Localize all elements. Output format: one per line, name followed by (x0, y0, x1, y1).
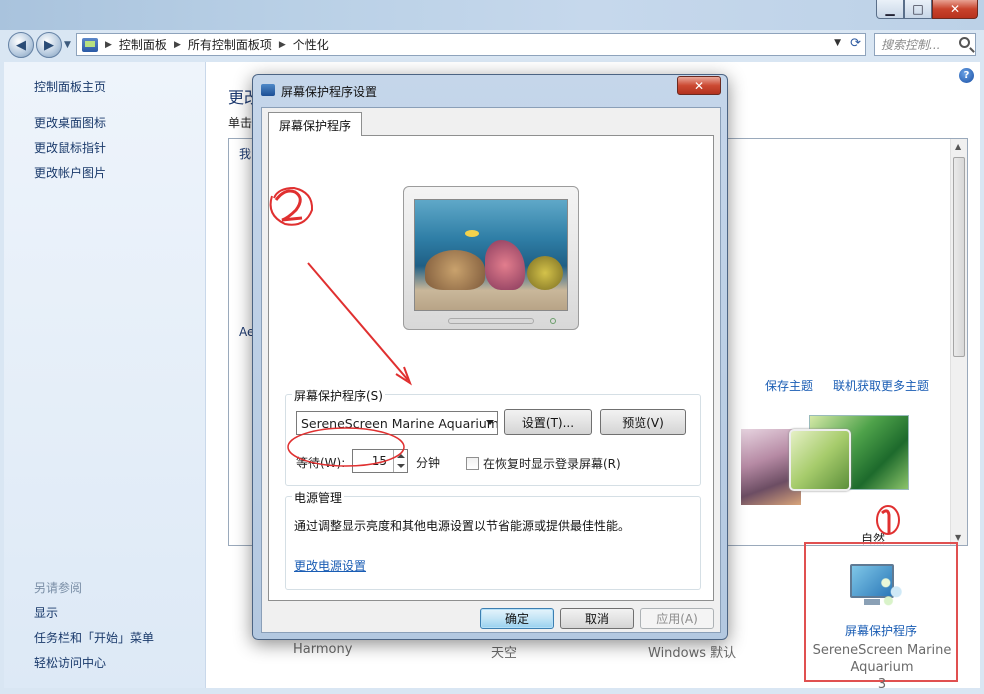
dropdown-arrow-icon[interactable] (486, 420, 494, 425)
stepper-up-icon[interactable] (397, 454, 405, 458)
change-power-settings-link[interactable]: 更改电源设置 (294, 557, 366, 574)
breadcrumb-all-items[interactable]: 所有控制面板项 (188, 36, 272, 53)
close-button[interactable]: ✕ (932, 0, 978, 19)
dialog-title: 屏幕保护程序设置 (281, 85, 378, 99)
recent-pages-dropdown-icon[interactable]: ▼ (64, 40, 71, 50)
window-titlebar: ▁ □ ✕ (0, 0, 984, 30)
save-theme-link[interactable]: 保存主题 (765, 377, 813, 394)
more-themes-link[interactable]: 联机获取更多主题 (833, 377, 929, 394)
dialog-body: 屏幕保护程序 屏幕保护程序(S) SereneScreen Marine Aqu… (261, 107, 721, 633)
screensaver-select-value: SereneScreen Marine Aquarium 3 (301, 416, 498, 431)
refresh-icon[interactable]: ⟳ (850, 36, 861, 51)
dialog-close-button[interactable]: ✕ (677, 76, 721, 95)
monitor-preview (403, 186, 579, 330)
sounds-label[interactable]: Windows 默认 (648, 642, 736, 661)
theme-preview-image (789, 429, 851, 491)
resume-logon-label[interactable]: 在恢复时显示登录屏幕(R) (483, 455, 621, 472)
screensaver-name-line: SereneScreen Marine Aquarium (812, 643, 952, 675)
see-also-taskbar[interactable]: 任务栏和「开始」菜单 (34, 629, 154, 646)
apply-button[interactable]: 应用(A) (640, 608, 714, 629)
control-panel-icon (82, 37, 98, 52)
help-icon[interactable]: ? (959, 68, 974, 83)
address-bar[interactable]: ▶ 控制面板 ▶ 所有控制面板项 ▶ 个性化 ▼ ⟳ (76, 33, 866, 56)
search-input[interactable]: 搜索控制... (874, 33, 976, 56)
tab-screensaver[interactable]: 屏幕保护程序 (268, 112, 363, 136)
forward-arrow-icon: ▶ (44, 37, 54, 53)
minutes-label: 分钟 (416, 456, 441, 470)
screensaver-group: 屏幕保护程序(S) SereneScreen Marine Aquarium 3… (285, 387, 701, 486)
nature-theme-thumbnail[interactable] (789, 407, 909, 507)
cancel-button[interactable]: 取消 (560, 608, 634, 629)
window-color-label[interactable]: 天空 (491, 642, 517, 661)
stepper-buttons[interactable] (393, 450, 407, 472)
minimize-button[interactable]: ▁ (876, 0, 904, 19)
address-row: ◀ ▶ ▼ ▶ 控制面板 ▶ 所有控制面板项 ▶ 个性化 ▼ ⟳ 搜索控制... (0, 30, 984, 60)
monitor-bezel (448, 318, 534, 324)
forward-button[interactable]: ▶ (36, 32, 62, 58)
address-dropdown-icon[interactable]: ▼ (834, 38, 841, 48)
breadcrumb-personalization[interactable]: 个性化 (293, 36, 329, 53)
back-arrow-icon: ◀ (16, 37, 26, 53)
see-also-ease-of-access[interactable]: 轻松访问中心 (34, 654, 106, 671)
left-nav-pane: 控制面板主页 更改桌面图标 更改鼠标指针 更改帐户图片 另请参阅 显示 任务栏和… (4, 62, 206, 688)
screensaver-name-line: 3 (877, 677, 887, 692)
desktop-background-label[interactable]: Harmony (293, 642, 352, 657)
screensaver-select[interactable]: SereneScreen Marine Aquarium 3 (296, 411, 498, 435)
theme-group-label: 我 (239, 147, 252, 161)
breadcrumb-separator-icon[interactable]: ▶ (174, 40, 181, 50)
power-group: 电源管理 通过调整显示亮度和其他电源设置以节省能源或提供最佳性能。 更改电源设置 (285, 489, 701, 590)
wait-minutes-value: 15 (371, 454, 387, 468)
sidebar-item-control-panel-home[interactable]: 控制面板主页 (34, 78, 106, 95)
breadcrumb-separator-icon[interactable]: ▶ (105, 40, 112, 50)
screensaver-tile-label: 屏幕保护程序 (844, 624, 917, 638)
wait-label: 等待(W): (296, 456, 346, 470)
screensaver-icon (850, 564, 904, 610)
screensaver-settings-dialog: 屏幕保护程序设置 ✕ 屏幕保护程序 屏幕保护程序(S) SereneScreen… (252, 74, 728, 640)
ok-button[interactable]: 确定 (480, 608, 554, 629)
preview-button[interactable]: 预览(V) (600, 409, 686, 435)
stepper-down-icon[interactable] (397, 464, 405, 468)
see-also-display[interactable]: 显示 (34, 604, 58, 621)
page-subtitle: 单击 (228, 116, 253, 130)
sidebar-item-mouse-pointers[interactable]: 更改鼠标指针 (34, 139, 106, 156)
scrollbar-thumb[interactable] (953, 157, 965, 357)
search-placeholder: 搜索控制... (881, 38, 941, 52)
maximize-button[interactable]: □ (904, 0, 932, 19)
settings-button[interactable]: 设置(T)... (504, 409, 592, 435)
monitor-power-led-icon (550, 318, 556, 324)
screensaver-name: SereneScreen Marine Aquarium 3 (782, 642, 982, 693)
screensaver-preview-image (414, 199, 568, 311)
screensaver-group-title: 屏幕保护程序(S) (292, 387, 385, 404)
power-description: 通过调整显示亮度和其他电源设置以节省能源或提供最佳性能。 (294, 519, 631, 533)
theme-list-scrollbar[interactable]: ▲ ▼ (950, 139, 967, 545)
scroll-down-icon[interactable]: ▼ (955, 533, 961, 542)
breadcrumb-separator-icon[interactable]: ▶ (279, 40, 286, 50)
back-button[interactable]: ◀ (8, 32, 34, 58)
sidebar-item-desktop-icons[interactable]: 更改桌面图标 (34, 114, 106, 131)
tab-panel: 屏幕保护程序(S) SereneScreen Marine Aquarium 3… (268, 135, 714, 601)
search-icon[interactable] (959, 37, 970, 48)
resume-logon-checkbox[interactable] (466, 457, 479, 470)
dialog-title-icon (261, 84, 275, 96)
see-also-heading: 另请参阅 (34, 581, 83, 595)
sidebar-item-account-picture[interactable]: 更改帐户图片 (34, 164, 106, 181)
wait-minutes-stepper[interactable]: 15 (352, 449, 408, 473)
power-group-title: 电源管理 (292, 489, 345, 506)
scroll-up-icon[interactable]: ▲ (955, 142, 961, 151)
breadcrumb-control-panel[interactable]: 控制面板 (119, 36, 167, 53)
caption-buttons: ▁ □ ✕ (876, 0, 978, 19)
